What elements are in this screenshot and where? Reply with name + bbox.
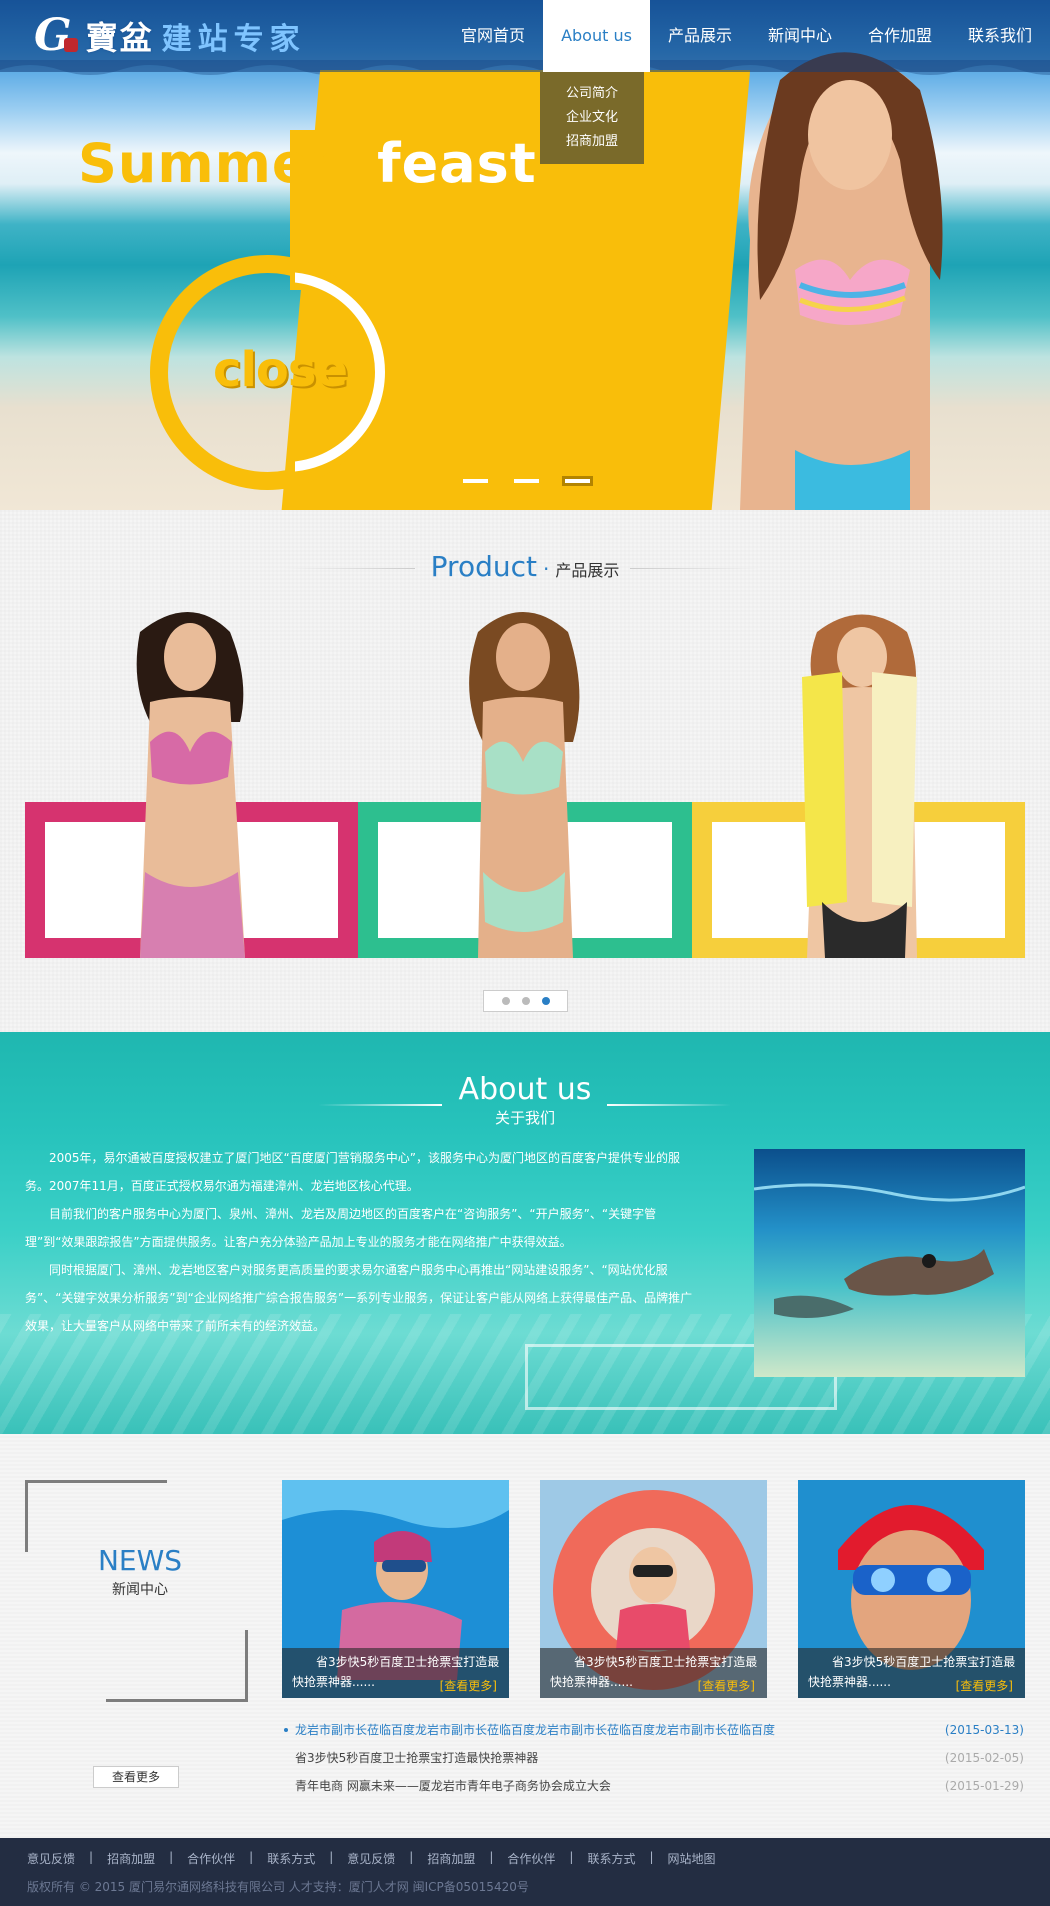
footer-separator: | xyxy=(89,1850,94,1864)
product-section: Product · 产品展示 xyxy=(0,510,1050,1032)
news-list-item-date: (2015-03-13) xyxy=(944,1723,1024,1737)
logo-seal-icon xyxy=(63,38,78,52)
product-model-image xyxy=(136,612,245,958)
news-card-2[interactable]: 省3步快5秒百度卫士抢票宝打造最快抢票神器...... [查看更多] xyxy=(540,1480,767,1698)
banner-headline-word1: Summer xyxy=(78,132,338,195)
nav-item-home[interactable]: 官网首页 xyxy=(443,0,543,72)
nav-item-partnership[interactable]: 合作加盟 xyxy=(850,0,950,72)
banner-headline-word2: feast xyxy=(377,132,537,195)
logo-tagline: 建站专家 xyxy=(161,22,306,57)
product-pagination xyxy=(483,990,568,1012)
product-page-3-dot[interactable] xyxy=(541,997,550,1005)
footer-copyright: 版权所有 © 2015 厦门易尔通网络科技有限公司 人才支持：厦门人才网 闽IC… xyxy=(27,1880,529,1894)
footer-link-contact[interactable]: 联系方式 xyxy=(267,1850,315,1867)
footer-separator: | xyxy=(489,1850,494,1864)
about-title-cn: 关于我们 xyxy=(494,1109,555,1127)
news-cards: 省3步快5秒百度卫士抢票宝打造最快抢票神器...... [查看更多] 省3步快5… xyxy=(282,1480,1025,1698)
news-corner-bottom-right xyxy=(106,1630,248,1702)
nav-item-about[interactable]: About us xyxy=(543,0,650,72)
footer-link-partners-2[interactable]: 合作伙伴 xyxy=(507,1850,555,1867)
news-list-item-date: (2015-02-05) xyxy=(944,1751,1024,1765)
news-card-more-link[interactable]: [查看更多] xyxy=(698,1677,755,1694)
banner-headline: Summer feast xyxy=(78,132,537,195)
banner-slide-3-dot[interactable] xyxy=(562,476,593,486)
footer-link-feedback[interactable]: 意见反馈 xyxy=(27,1850,75,1867)
footer-link-feedback-2[interactable]: 意见反馈 xyxy=(347,1850,395,1867)
news-card-more-link[interactable]: [查看更多] xyxy=(440,1677,497,1694)
banner-slide-1-dot[interactable] xyxy=(460,476,491,486)
news-card-3[interactable]: 省3步快5秒百度卫士抢票宝打造最快抢票神器...... [查看更多] xyxy=(798,1480,1025,1698)
footer-separator: | xyxy=(569,1850,574,1864)
dropdown-item-franchise[interactable]: 招商加盟 xyxy=(540,130,644,154)
footer-separator: | xyxy=(649,1850,654,1864)
product-title-cn: 产品展示 xyxy=(555,561,620,580)
footer-separator: | xyxy=(169,1850,174,1864)
product-cards xyxy=(25,602,1025,958)
news-card-1[interactable]: 省3步快5秒百度卫士抢票宝打造最快抢票神器...... [查看更多] xyxy=(282,1480,509,1698)
news-list: 龙岩市副市长莅临百度龙岩市副市长莅临百度龙岩市副市长莅临百度龙岩市副市长莅临百度… xyxy=(282,1716,1024,1800)
news-list-item[interactable]: 省3步快5秒百度卫士抢票宝打造最快抢票神器 (2015-02-05) xyxy=(282,1744,1024,1772)
site-header: G 寶盆 建站专家 官网首页 About us 产品展示 新闻中心 合作加盟 联… xyxy=(0,0,1050,72)
product-card-3[interactable] xyxy=(691,602,1025,958)
news-card-more-link[interactable]: [查看更多] xyxy=(956,1677,1013,1694)
banner-model-image xyxy=(740,52,943,510)
product-model-image xyxy=(801,614,917,958)
news-card-caption: 省3步快5秒百度卫士抢票宝打造最快抢票神器...... [查看更多] xyxy=(798,1648,1025,1698)
about-paragraph-2: 目前我们的客户服务中心为厦门、泉州、漳州、龙岩及周边地区的百度客户在“咨询服务”… xyxy=(25,1207,657,1249)
about-dropdown-menu: 公司简介 企业文化 招商加盟 xyxy=(540,72,644,164)
nav-item-news[interactable]: 新闻中心 xyxy=(750,0,850,72)
logo-text: 寶盆 xyxy=(85,19,154,57)
banner-slide-2-dot[interactable] xyxy=(511,476,542,486)
footer-separator: | xyxy=(249,1850,254,1864)
footer-link-partners[interactable]: 合作伙伴 xyxy=(187,1850,235,1867)
news-section: NEWS 新闻中心 查看更多 省3步快5秒百度卫士抢票宝打造最快抢票神器....… xyxy=(0,1434,1050,1838)
about-paragraph-1: 2005年，易尔通被百度授权建立了厦门地区“百度厦门营销服务中心”，该服务中心为… xyxy=(25,1151,680,1193)
about-paragraph-3: 同时根据厦门、漳州、龙岩地区客户对服务更高质量的要求易尔通客户服务中心再推出“网… xyxy=(25,1263,693,1333)
news-list-item[interactable]: 青年电商 网赢未来——厦龙岩市青年电子商务协会成立大会 (2015-01-29) xyxy=(282,1772,1024,1800)
footer-link-contact-2[interactable]: 联系方式 xyxy=(587,1850,635,1867)
footer-links: 意见反馈 | 招商加盟 | 合作伙伴 | 联系方式 | 意见反馈 | 招商加盟 … xyxy=(27,1850,716,1867)
news-list-item[interactable]: 龙岩市副市长莅临百度龙岩市副市长莅临百度龙岩市副市长莅临百度龙岩市副市长莅临百度… xyxy=(282,1716,1024,1744)
footer-link-sitemap[interactable]: 网站地图 xyxy=(668,1850,716,1867)
news-list-item-title[interactable]: 龙岩市副市长莅临百度龙岩市副市长莅临百度龙岩市副市长莅临百度龙岩市副市长莅临百度 xyxy=(282,1716,775,1744)
footer-link-franchise[interactable]: 招商加盟 xyxy=(107,1850,155,1867)
main-nav: 官网首页 About us 产品展示 新闻中心 合作加盟 联系我们 xyxy=(443,0,1050,72)
news-list-item-date: (2015-01-29) xyxy=(944,1779,1024,1793)
nav-item-contact[interactable]: 联系我们 xyxy=(950,0,1050,72)
nav-item-products[interactable]: 产品展示 xyxy=(650,0,750,72)
about-section-title: About us 关于我们 xyxy=(0,1072,1050,1128)
footer-separator: | xyxy=(329,1850,334,1864)
footer-separator: | xyxy=(409,1850,414,1864)
banner-slider-pagination xyxy=(460,476,593,486)
banner-badge-text: close xyxy=(213,342,348,398)
footer-link-franchise-2[interactable]: 招商加盟 xyxy=(427,1850,475,1867)
product-page-1-dot[interactable] xyxy=(501,997,510,1005)
product-card-1[interactable] xyxy=(25,602,359,958)
product-page-2-dot[interactable] xyxy=(521,997,530,1005)
news-list-item-title[interactable]: 青年电商 网赢未来——厦龙岩市青年电子商务协会成立大会 xyxy=(282,1772,611,1800)
news-title-cn: 新闻中心 xyxy=(112,1582,168,1598)
news-list-item-title[interactable]: 省3步快5秒百度卫士抢票宝打造最快抢票神器 xyxy=(282,1744,538,1772)
product-section-title: Product · 产品展示 xyxy=(0,550,1050,583)
dropdown-item-company-profile[interactable]: 公司简介 xyxy=(540,82,644,106)
news-card-caption: 省3步快5秒百度卫士抢票宝打造最快抢票神器...... [查看更多] xyxy=(282,1648,509,1698)
news-card-caption: 省3步快5秒百度卫士抢票宝打造最快抢票神器...... [查看更多] xyxy=(540,1648,767,1698)
product-card-2[interactable] xyxy=(358,602,692,958)
product-model-image xyxy=(469,612,580,958)
news-more-button[interactable]: 查看更多 xyxy=(93,1766,179,1788)
news-corner-top-left xyxy=(25,1480,167,1552)
news-title-en: NEWS xyxy=(97,1544,183,1577)
site-footer: 意见反馈 | 招商加盟 | 合作伙伴 | 联系方式 | 意见反馈 | 招商加盟 … xyxy=(0,1838,1050,1906)
product-title-separator: · xyxy=(542,557,550,581)
site-logo[interactable]: G 寶盆 建站专家 xyxy=(34,12,306,60)
about-title-en: About us xyxy=(458,1072,592,1107)
dropdown-item-culture[interactable]: 企业文化 xyxy=(540,106,644,130)
about-diver-image xyxy=(754,1149,1025,1377)
hero-banner: G 寶盆 建站专家 官网首页 About us 产品展示 新闻中心 合作加盟 联… xyxy=(0,0,1050,510)
product-title-en: Product xyxy=(430,550,537,583)
about-section: About us 关于我们 2005年，易尔通被百度授权建立了厦门地区“百度厦门… xyxy=(0,1032,1050,1434)
about-body-text: 2005年，易尔通被百度授权建立了厦门地区“百度厦门营销服务中心”，该服务中心为… xyxy=(25,1144,695,1340)
